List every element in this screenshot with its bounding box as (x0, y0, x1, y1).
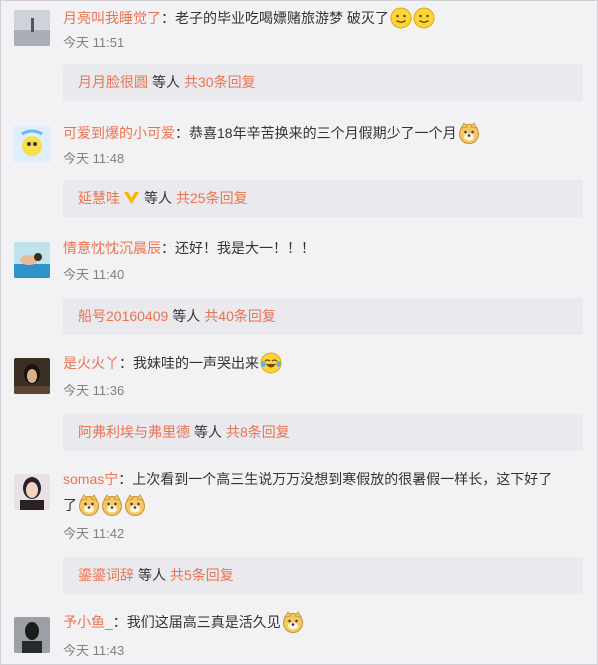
verified-v-icon (124, 192, 139, 204)
avatar[interactable] (14, 10, 50, 46)
avatar-image (14, 358, 50, 394)
doge-emoji-icon (282, 611, 303, 633)
reply-count-link[interactable]: 共40条回复 (204, 308, 276, 324)
reply-username[interactable]: 延慧哇 (78, 190, 120, 206)
reply-summary[interactable]: 延慧哇 等人 共25条回复 (63, 180, 583, 217)
comment-separator: ： (119, 355, 133, 371)
reply-count-link[interactable]: 共25条回复 (176, 190, 248, 206)
comment-body: 恭喜18年辛苦换来的三个月假期少了一个月 (189, 125, 457, 141)
comment-username[interactable]: 予小鱼_ (63, 614, 113, 630)
reply-username[interactable]: 阿弗利埃与弗里德 (78, 424, 190, 440)
comment-username[interactable]: 情意忱忱沉晨辰 (63, 240, 161, 256)
comment-username[interactable]: 可爱到爆的小可爱 (63, 125, 175, 141)
comment-time: 今天 11:51 (63, 35, 125, 50)
comment-time: 今天 11:48 (63, 151, 125, 166)
reply-label: 等人 (172, 308, 201, 324)
reply-summary[interactable]: 鎏鎏词辞 等人 共5条回复 (63, 557, 583, 594)
comment-username[interactable]: somas宁 (63, 471, 118, 487)
reply-count-link[interactable]: 共8条回复 (226, 424, 290, 440)
reply-count-link[interactable]: 共30条回复 (184, 74, 256, 90)
reply-summary[interactable]: 月月脸很圆 等人 共30条回复 (63, 64, 583, 101)
reply-label: 等人 (144, 190, 172, 206)
comment-username[interactable]: 是火火丫 (63, 355, 119, 371)
comment-text-line: 月亮叫我睡觉了：老子的毕业吃喝嫖赌旅游梦 破灭了 (63, 7, 583, 29)
reply-summary[interactable]: 船号20160409 等人 共40条回复 (63, 298, 583, 335)
comment-text-line-2: 了 (63, 494, 583, 516)
avatar-image (14, 617, 50, 653)
reply-username[interactable]: 鎏鎏词辞 (78, 567, 134, 583)
comment-separator: ： (112, 614, 127, 630)
doge-emoji-icon (458, 122, 479, 144)
reply-label: 等人 (138, 567, 166, 583)
comment-body: 还好！我是大一！！！ (175, 240, 315, 256)
comment-text-line: 可爱到爆的小可爱：恭喜18年辛苦换来的三个月假期少了一个月 (63, 122, 583, 144)
comment-text-line: somas宁：上次看到一个高三生说万万没想到寒假放的很暑假一样长，这下好了 (63, 468, 583, 490)
comment-time: 今天 11:43 (63, 643, 125, 658)
doge-emoji-icon (102, 494, 122, 516)
avatar-image (14, 10, 50, 46)
doge-emoji-icon (125, 494, 145, 516)
reply-summary[interactable]: 阿弗利埃与弗里德 等人 共8条回复 (63, 414, 583, 451)
comment-username[interactable]: 月亮叫我睡觉了 (63, 10, 161, 26)
comment-item: 可爱到爆的小可爱：恭喜18年辛苦换来的三个月假期少了一个月 今天 11:48 延… (1, 117, 597, 232)
comment-text-line: 予小鱼_：我们这届高三真是活久见 (63, 611, 583, 633)
comment-text-line: 是火火丫：我妹哇的一声哭出来 (63, 352, 583, 374)
avatar[interactable] (14, 617, 50, 653)
crying-laugh-emoji-icon (260, 352, 282, 374)
avatar[interactable] (14, 126, 50, 162)
comment-list: 月亮叫我睡觉了：老子的毕业吃喝嫖赌旅游梦 破灭了 今天 11:51 月月脸很圆等… (0, 0, 598, 665)
smile-emoji-icon (390, 7, 412, 29)
comment-body: 老子的毕业吃喝嫖赌旅游梦 破灭了 (175, 10, 389, 26)
reply-username[interactable]: 月月脸很圆 (78, 74, 148, 90)
comment-separator: ： (161, 240, 175, 256)
avatar-image (14, 474, 50, 510)
avatar[interactable] (14, 242, 50, 278)
avatar[interactable] (14, 474, 50, 510)
avatar-image (14, 126, 50, 162)
reply-label: 等人 (152, 74, 180, 90)
comment-body-cont: 了 (63, 497, 77, 513)
comment-item: 是火火丫：我妹哇的一声哭出来 今天 11:36 阿弗利埃与弗里德 等人 共8条回复 (1, 349, 597, 464)
comment-body: 我妹哇的一声哭出来 (133, 355, 259, 371)
comment-body: 我们这届高三真是活久见 (126, 614, 281, 630)
comment-separator: ： (118, 471, 133, 487)
comment-item: 予小鱼_：我们这届高三真是活久见 今天 11:43 (1, 607, 597, 664)
smile-emoji-icon (413, 7, 435, 29)
doge-emoji-icon (79, 494, 99, 516)
comment-time: 今天 11:40 (63, 267, 125, 282)
comment-separator: ： (175, 125, 189, 141)
comment-item: 情意忱忱沉晨辰：还好！我是大一！！！ 今天 11:40 船号20160409 等人… (1, 233, 597, 348)
reply-label: 等人 (194, 424, 222, 440)
comment-separator: ： (161, 10, 175, 26)
comment-time: 今天 11:36 (63, 383, 125, 398)
comment-item: 月亮叫我睡觉了：老子的毕业吃喝嫖赌旅游梦 破灭了 今天 11:51 月月脸很圆等… (1, 1, 597, 116)
comment-item: somas宁：上次看到一个高三生说万万没想到寒假放的很暑假一样长，这下好了 了 … (1, 465, 597, 600)
comment-time: 今天 11:42 (63, 526, 125, 541)
comment-text-line: 情意忱忱沉晨辰：还好！我是大一！！！ (63, 237, 583, 259)
comment-body: 上次看到一个高三生说万万没想到寒假放的很暑假一样长，这下好了 (132, 471, 553, 487)
reply-username[interactable]: 船号20160409 (78, 308, 168, 324)
avatar-image (14, 242, 50, 278)
reply-count-link[interactable]: 共5条回复 (170, 567, 234, 583)
avatar[interactable] (14, 358, 50, 394)
